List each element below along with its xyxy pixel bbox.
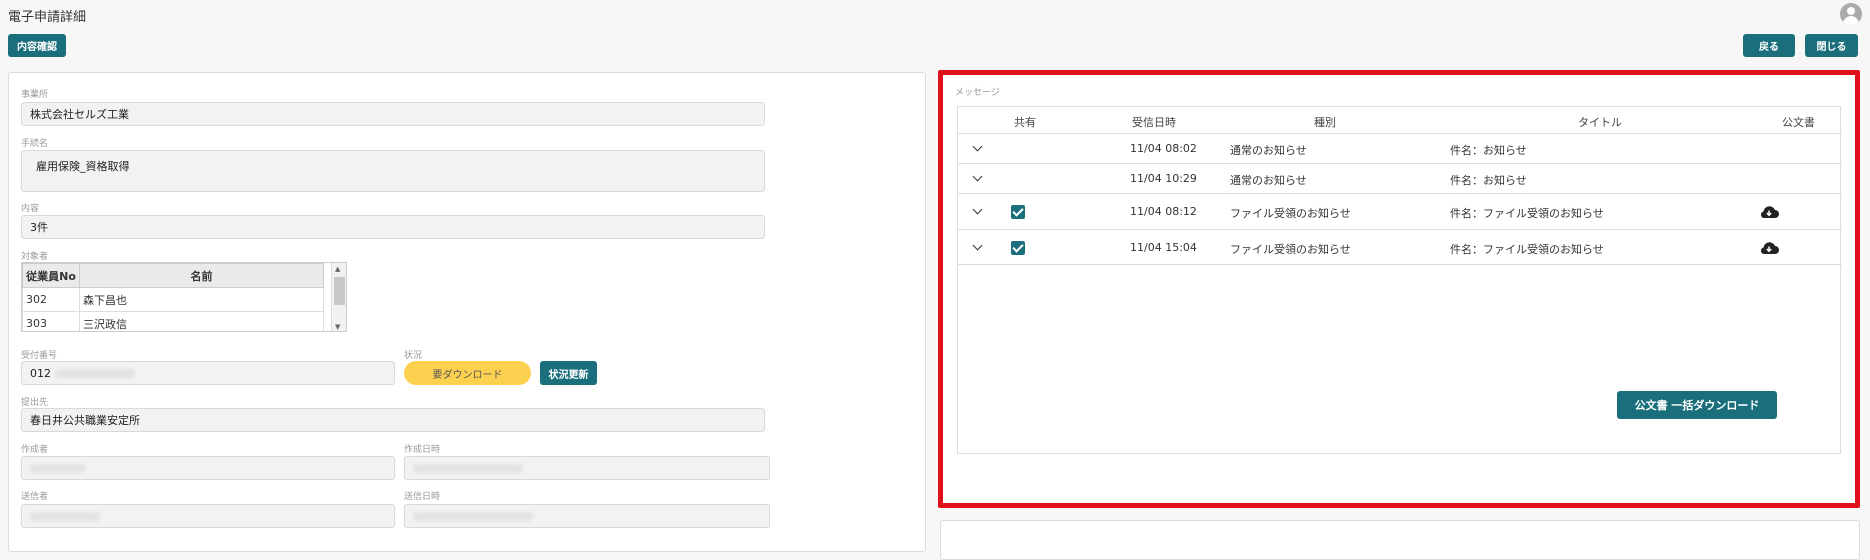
creator-label: 作成者 — [21, 445, 49, 455]
received-cell: 11/04 15:04 — [1130, 241, 1197, 254]
subjects-scrollbar[interactable]: ▲ ▼ — [331, 263, 346, 331]
content-field: 3件 — [21, 215, 765, 239]
receipt-number-value: 012 — [30, 366, 51, 380]
employee-no-cell: 302 — [22, 287, 80, 312]
column-header-name: 名前 — [79, 263, 324, 288]
received-cell: 11/04 08:02 — [1130, 142, 1197, 155]
title-cell: 件名：ファイル受領のお知らせ — [1450, 207, 1604, 220]
close-button[interactable]: 閉じる — [1805, 34, 1858, 57]
chevron-down-icon[interactable] — [972, 141, 983, 152]
receipt-number-label: 受付番号 — [21, 351, 58, 361]
column-header-type: 種別 — [1314, 116, 1336, 129]
office-label: 事業所 — [21, 90, 49, 100]
content-confirm-button[interactable]: 内容確認 — [8, 34, 66, 57]
procedure-field: 雇用保険_資格取得 — [21, 150, 765, 192]
employee-name-cell: 三沢政信 — [79, 311, 324, 331]
received-cell: 11/04 08:12 — [1130, 205, 1197, 218]
redacted-text — [30, 463, 86, 473]
column-header-employee-no: 従業員No — [22, 263, 80, 288]
status-update-button[interactable]: 状況更新 — [540, 361, 597, 385]
column-header-title: タイトル — [1578, 116, 1622, 129]
scroll-up-icon[interactable]: ▲ — [335, 265, 340, 273]
title-cell: 件名：ファイル受領のお知らせ — [1450, 243, 1604, 256]
column-header-shared: 共有 — [1014, 116, 1036, 129]
message-row[interactable]: 11/04 10:29 通常のお知らせ 件名：お知らせ — [958, 164, 1842, 194]
employee-no-cell: 303 — [22, 311, 80, 331]
message-row[interactable]: 11/04 08:12 ファイル受領のお知らせ 件名：ファイル受領のお知らせ — [958, 194, 1842, 230]
shared-checkbox[interactable] — [1011, 241, 1025, 255]
shared-checkbox[interactable] — [1011, 205, 1025, 219]
redacted-text — [30, 511, 100, 521]
message-row[interactable]: 11/04 08:02 通常のお知らせ 件名：お知らせ — [958, 134, 1842, 164]
subjects-label: 対象者 — [21, 252, 49, 262]
status-badge: 要ダウンロード — [404, 361, 531, 385]
type-cell: 通常のお知らせ — [1230, 144, 1307, 157]
destination-field: 春日井公共職業安定所 — [21, 408, 765, 432]
cloud-download-icon[interactable] — [1759, 205, 1779, 219]
sender-field — [21, 504, 395, 528]
employee-name-cell: 森下昌也 — [79, 287, 324, 312]
created-at-field — [404, 456, 770, 480]
type-cell: ファイル受領のお知らせ — [1230, 207, 1351, 220]
message-label: メッセージ — [955, 88, 1000, 98]
chevron-down-icon[interactable] — [972, 171, 983, 182]
office-field: 株式会社セルズ工業 — [21, 102, 765, 126]
message-table-header: 共有 受信日時 種別 タイトル 公文書 — [958, 107, 1842, 134]
procedure-label: 手続名 — [21, 139, 49, 149]
type-cell: ファイル受領のお知らせ — [1230, 243, 1351, 256]
column-header-received: 受信日時 — [1132, 116, 1176, 129]
bulk-download-button[interactable]: 公文書 一括ダウンロード — [1617, 391, 1777, 419]
destination-label: 提出先 — [21, 398, 49, 408]
scroll-down-icon[interactable]: ▼ — [335, 323, 340, 331]
sent-at-label: 送信日時 — [404, 492, 441, 502]
created-at-label: 作成日時 — [404, 445, 441, 455]
redacted-text — [413, 511, 533, 521]
column-header-document: 公文書 — [1782, 116, 1815, 129]
subjects-table: 従業員No 名前 302 森下昌也 303 三沢政信 ▲ ▼ — [21, 262, 347, 332]
cloud-download-icon[interactable] — [1759, 241, 1779, 255]
table-row[interactable]: 303 三沢政信 — [22, 311, 324, 331]
received-cell: 11/04 10:29 — [1130, 172, 1197, 185]
sent-at-field — [404, 504, 770, 528]
sender-label: 送信者 — [21, 492, 49, 502]
redacted-text — [413, 463, 523, 473]
chevron-down-icon[interactable] — [972, 240, 983, 251]
creator-field — [21, 456, 395, 480]
message-panel: メッセージ 共有 受信日時 種別 タイトル 公文書 11/04 08:02 通常… — [938, 70, 1860, 508]
receipt-number-field: 012 — [21, 361, 395, 385]
title-cell: 件名：お知らせ — [1450, 174, 1527, 187]
scroll-thumb[interactable] — [334, 277, 345, 305]
content-label: 内容 — [21, 204, 40, 214]
page-title: 電子申請詳細 — [8, 10, 87, 25]
back-button[interactable]: 戻る — [1743, 34, 1795, 57]
lower-panel — [940, 520, 1860, 560]
user-avatar-icon[interactable] — [1840, 3, 1862, 25]
message-row[interactable]: 11/04 15:04 ファイル受領のお知らせ 件名：ファイル受領のお知らせ — [958, 230, 1842, 265]
status-label: 状況 — [404, 351, 423, 361]
application-detail-panel: 事業所 株式会社セルズ工業 手続名 雇用保険_資格取得 内容 3件 対象者 従業… — [8, 72, 926, 552]
chevron-down-icon[interactable] — [972, 204, 983, 215]
table-row[interactable]: 302 森下昌也 — [22, 287, 324, 312]
title-cell: 件名：お知らせ — [1450, 144, 1527, 157]
redacted-text — [55, 368, 135, 378]
type-cell: 通常のお知らせ — [1230, 174, 1307, 187]
